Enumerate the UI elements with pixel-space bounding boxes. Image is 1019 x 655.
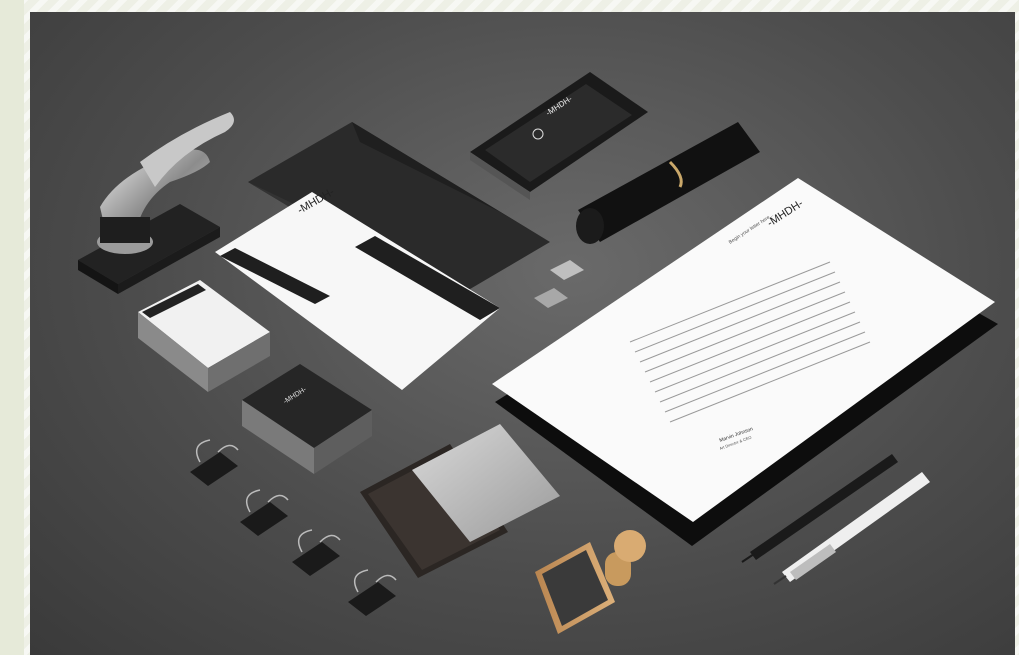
ink-pad: [360, 424, 560, 578]
binder-clips: [190, 439, 397, 616]
side-strip: [0, 0, 24, 655]
stationery-mockup-photo: -MHDH- -MHDH- -MHDH- Begin your letter h…: [30, 12, 1015, 655]
phone: -MHDH-: [470, 72, 648, 200]
letterhead: -MHDH- Begin your letter here... Marvin …: [492, 178, 998, 546]
stationery-scene: -MHDH- -MHDH- -MHDH- Begin your letter h…: [78, 72, 998, 634]
rubber-stamp: [535, 530, 646, 634]
embosser-icon: [78, 112, 234, 294]
sharpeners: [534, 260, 584, 308]
